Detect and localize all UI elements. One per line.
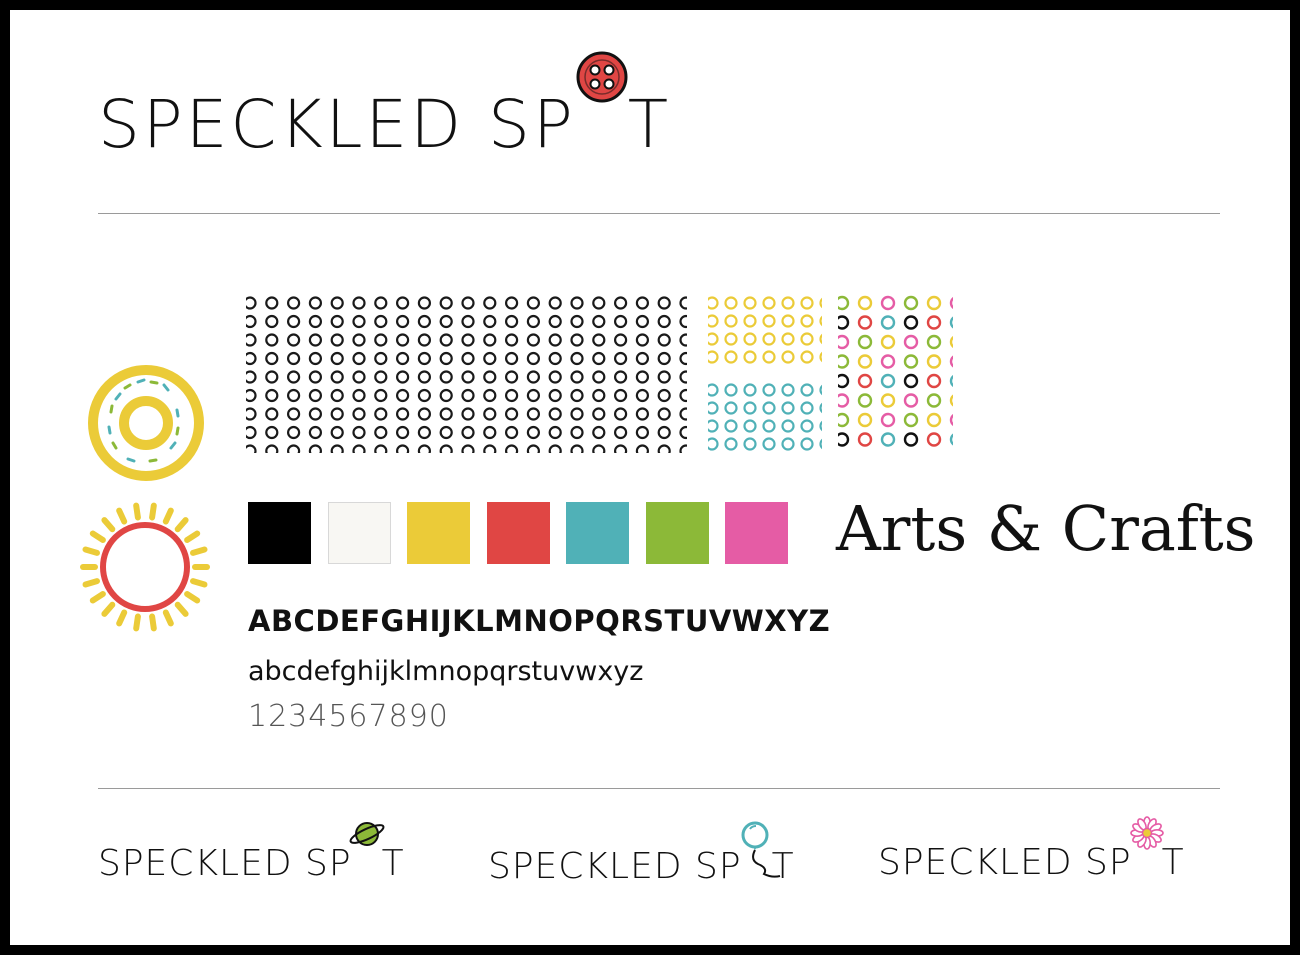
bottom-divider [98,788,1220,789]
wordmark-word2-prefix: SP [488,86,576,163]
swatch-green [646,502,709,564]
button-icon [576,51,628,147]
dot-pattern-yellow [708,295,822,367]
variant-word2-prefix: SP [695,846,742,887]
uppercase-specimen: ABCDEFGHIJKLMNOPQRSTUVWXYZ [248,604,831,638]
logo-variant-balloon: SPECKLED SP T [488,821,795,887]
swatch-pink [725,502,788,564]
top-divider [98,213,1220,214]
display-font-sample: Arts & Crafts [836,492,1256,565]
swatch-yellow [407,502,470,564]
lowercase-specimen: abcdefghijklmnopqrstuvwxyz [248,656,644,687]
logo-variant-flower: SPECKLED SP T [878,816,1185,883]
variant-word1: SPECKLED [98,843,293,884]
dot-pattern-black [246,295,687,453]
planet-icon [349,822,385,875]
main-wordmark: SPECKLED SP T [98,51,671,158]
logo-variant-planet: SPECKLED SP T [98,822,405,884]
swatch-teal [566,502,629,564]
balloon-icon [741,821,780,878]
numbers-specimen: 1234567890 [248,699,449,734]
variant-word1: SPECKLED [878,842,1073,883]
brand-board: SPECKLED SP T Arts & Crafts ABCDEFGHIJKL… [0,0,1300,955]
swatch-black [248,502,311,564]
flower-icon [1129,816,1164,874]
variant-word1: SPECKLED [488,846,683,887]
swatch-red [487,502,550,564]
sun-icon [80,502,210,632]
swatch-white [328,502,391,564]
donut-icon [88,365,204,481]
dot-pattern-teal [708,382,822,454]
dot-pattern-multicolor [838,295,953,453]
variant-word2-prefix: SP [1085,842,1132,883]
wordmark-word2-suffix: T [627,86,672,163]
variant-word2-prefix: SP [305,843,352,884]
wordmark-word1: SPECKLED [98,86,465,163]
variant-word2-suffix: T [381,843,405,884]
variant-word2-suffix: T [1161,842,1185,883]
